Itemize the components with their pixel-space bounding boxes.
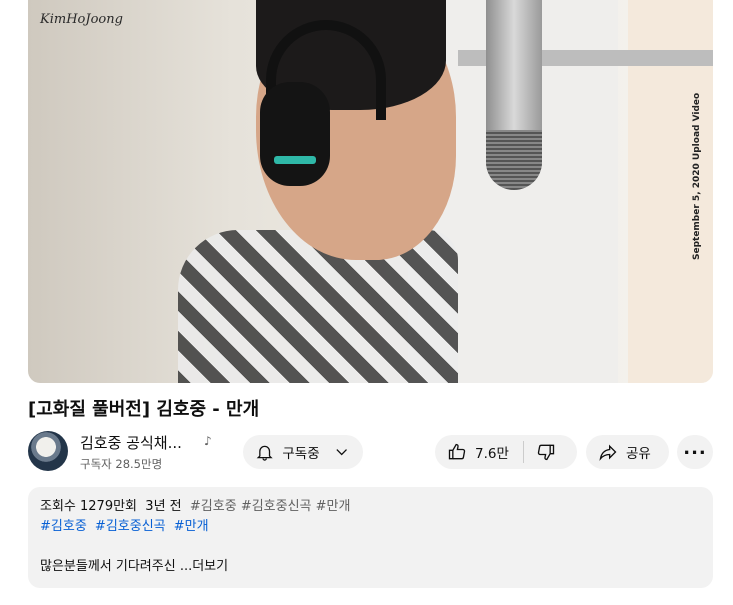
channel-watermark: KimHoJoong	[40, 12, 123, 27]
more-dots-icon: ...	[683, 437, 707, 459]
hashtag-link[interactable]: #김호중신곡	[95, 519, 166, 534]
music-note-icon: ♪	[204, 434, 212, 448]
meta-tag: #김호중	[189, 499, 237, 514]
hashtag-link[interactable]: #김호중	[40, 519, 87, 534]
video-title: [고화질 풀버전] 김호중 - 만개	[28, 399, 260, 420]
singer-shirt	[178, 230, 458, 383]
description-text: 많은분들께서 기다려주신	[40, 559, 180, 574]
upload-date-overlay: September 5, 2020 Upload Video	[692, 92, 702, 260]
thumbs-down-icon	[537, 444, 555, 461]
subscriber-count: 구독자 28.5만명	[80, 457, 163, 471]
share-label: 공유	[626, 446, 651, 462]
description-meta: 조회수 1279만회 3년 전 #김호중 #김호중신곡 #만개	[40, 497, 701, 517]
channel-name-link[interactable]: 김호중 공식채...	[80, 432, 182, 453]
chevron-down-icon	[336, 449, 347, 456]
hashtag-link[interactable]: #만개	[174, 519, 209, 534]
like-count: 7.6만	[475, 446, 509, 462]
channel-avatar[interactable]	[28, 431, 68, 471]
hashtag-list: #김호중 #김호중신곡 #만개	[40, 517, 701, 537]
description-preview: 많은분들께서 기다려주신 ...더보기	[40, 557, 701, 577]
meta-tag: #만개	[315, 499, 351, 514]
upload-age: 3년 전	[145, 499, 182, 514]
like-button[interactable]: 7.6만	[435, 435, 523, 469]
video-player[interactable]: KimHoJoong September 5, 2020 Upload Vide…	[28, 0, 713, 383]
more-actions-button[interactable]: ...	[677, 435, 713, 469]
thumbs-up-icon	[448, 443, 466, 460]
show-more-link[interactable]: ...더보기	[180, 559, 228, 574]
view-count: 조회수 1279만회	[40, 499, 138, 514]
description-box[interactable]: 조회수 1279만회 3년 전 #김호중 #김호중신곡 #만개 #김호중 #김호…	[28, 487, 713, 588]
meta-tag: #김호중신곡	[240, 499, 312, 514]
share-arrow-icon	[599, 444, 617, 461]
headphones-icon	[260, 82, 330, 186]
share-button[interactable]: 공유	[586, 435, 669, 469]
dislike-button[interactable]	[524, 435, 568, 469]
like-dislike-group: 7.6만	[435, 435, 577, 469]
bell-icon	[256, 445, 273, 461]
subscribed-label: 구독중	[282, 446, 320, 462]
microphone-grille	[486, 130, 542, 190]
subscribed-button[interactable]: 구독중	[243, 435, 363, 469]
